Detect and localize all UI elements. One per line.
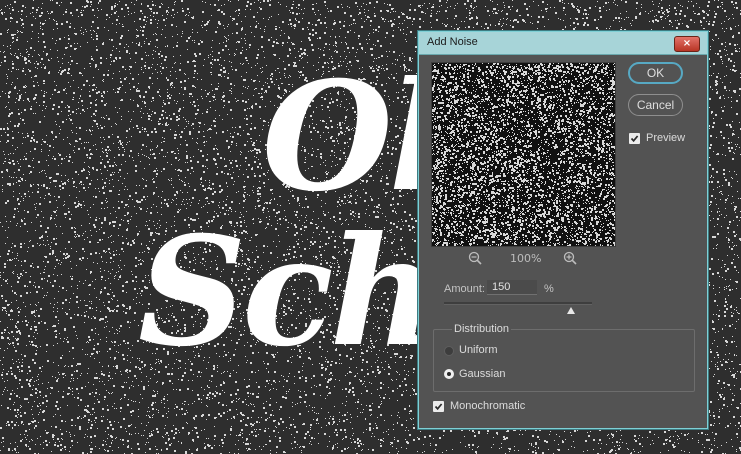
canvas-text-line-2: Sch [138, 204, 439, 380]
amount-label: Amount: [444, 283, 485, 295]
zoom-level: 100% [510, 252, 542, 265]
uniform-label[interactable]: Uniform [459, 344, 498, 356]
close-button[interactable]: × [674, 36, 700, 52]
canvas-text-line-1: Ol [262, 49, 446, 225]
close-icon: × [682, 38, 692, 49]
uniform-radio[interactable] [444, 346, 454, 356]
check-icon [630, 135, 639, 143]
distribution-title: Distribution [452, 323, 512, 335]
amount-input[interactable] [487, 280, 537, 295]
monochromatic-label[interactable]: Monochromatic [450, 400, 525, 412]
amount-unit: % [544, 283, 554, 295]
gaussian-label[interactable]: Gaussian [459, 368, 505, 380]
gaussian-radio[interactable] [444, 369, 454, 379]
zoom-controls: 100% [432, 250, 615, 268]
distribution-group [433, 329, 695, 392]
cancel-button[interactable]: Cancel [628, 94, 683, 116]
dialog-titlebar[interactable]: Add Noise × [419, 32, 707, 55]
amount-slider-thumb[interactable] [567, 307, 576, 314]
add-noise-dialog: Add Noise × 100% OK Cancel Preview Amoun… [418, 31, 708, 429]
dialog-title: Add Noise [427, 36, 478, 48]
zoom-in-icon[interactable] [563, 250, 577, 269]
zoom-out-icon[interactable] [468, 250, 482, 269]
preview-window[interactable] [431, 62, 616, 247]
preview-checkbox[interactable] [629, 133, 640, 144]
noise-speckles [432, 63, 615, 246]
ok-button[interactable]: OK [628, 62, 683, 84]
amount-slider-track[interactable] [444, 302, 592, 305]
preview-label[interactable]: Preview [646, 132, 685, 144]
monochromatic-checkbox[interactable] [433, 401, 444, 412]
check-icon [434, 403, 443, 411]
